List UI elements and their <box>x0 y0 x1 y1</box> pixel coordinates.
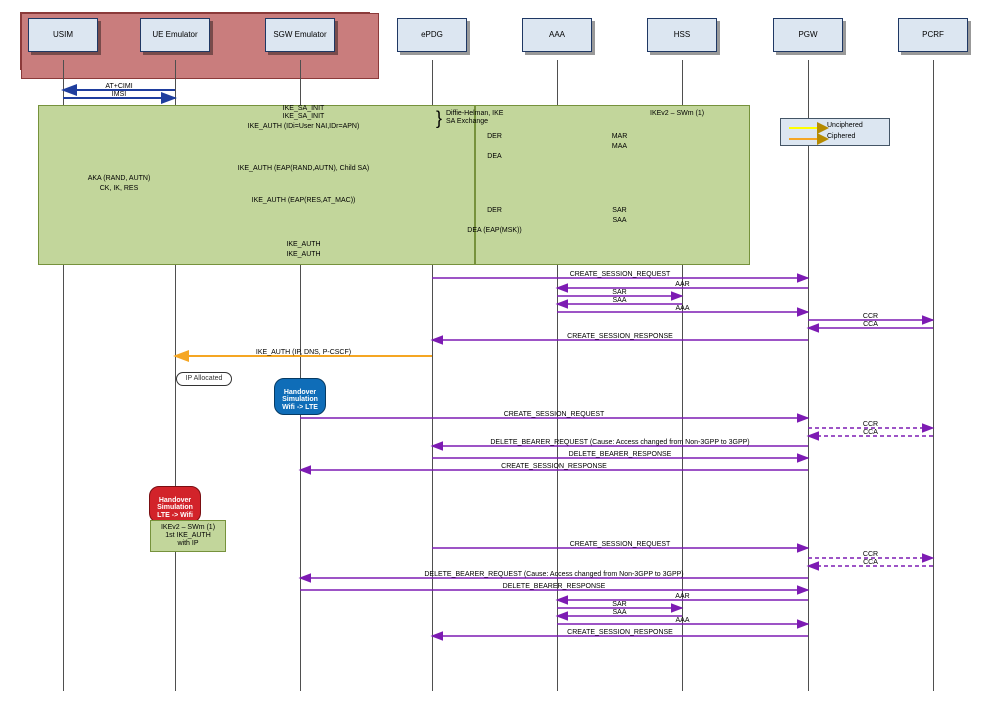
arrow-label-31: DELETE_BEARER_REQUEST (Cause: Access cha… <box>490 439 749 446</box>
arrow-label-12: IKE_AUTH (EAP(RES,AT_MAC)) <box>252 197 356 204</box>
participant-epdg: ePDG <box>397 18 467 52</box>
arrow-label-36: CCA <box>863 559 878 566</box>
arrow-label-22: SAA <box>612 297 626 304</box>
arrow-label-29: CCR <box>863 421 878 428</box>
arrow-label-40: SAR <box>612 601 626 608</box>
arrow-label-18: IKE_AUTH <box>286 251 320 258</box>
arrow-label-27: IKE_AUTH (IP, DNS, P-CSCF) <box>256 349 351 356</box>
participant-aaa: AAA <box>522 18 592 52</box>
participant-hss: HSS <box>647 18 717 52</box>
participant-sgw: SGW Emulator <box>265 18 335 52</box>
arrow-label-39: AAR <box>675 593 689 600</box>
arrow-label-35: CCR <box>863 551 878 558</box>
arrow-label-30: CCA <box>863 429 878 436</box>
arrow-label-28: CREATE_SESSION_REQUEST <box>504 411 605 418</box>
arrow-label-38: DELETE_BEARER_RESPONSE <box>503 583 606 590</box>
arrow-label-14: SAR <box>612 207 626 214</box>
arrow-label-21: SAR <box>612 289 626 296</box>
participant-pgw: PGW <box>773 18 843 52</box>
arrow-label-24: CCR <box>863 313 878 320</box>
arrow-label-13: DER <box>487 207 502 214</box>
arrow-label-23: AAA <box>675 305 689 312</box>
arrow-label-16: DEA (EAP(MSK)) <box>467 227 521 234</box>
arrow-label-25: CCA <box>863 321 878 328</box>
diffie-hellman-note: Diffie-Helman, IKE SA Exchange <box>446 110 503 126</box>
participant-usim: USIM <box>28 18 98 52</box>
arrow-label-0: AT+CIMI <box>105 83 132 90</box>
arrow-label-2: IKE_SA_INIT <box>283 105 325 112</box>
participant-ue: UE Emulator <box>140 18 210 52</box>
ikev2-swm-box-right <box>475 105 750 265</box>
arrow-label-8: DEA <box>487 153 501 160</box>
arrow-label-41: SAA <box>612 609 626 616</box>
arrow-label-42: AAA <box>675 617 689 624</box>
ikev2-swm-label: IKEv2 – SWm (1) <box>650 110 704 118</box>
arrow-label-9: IKE_AUTH (EAP(RAND,AUTN), Child SA) <box>238 165 369 172</box>
arrow-label-37: DELETE_BEARER_REQUEST (Cause: Access cha… <box>424 571 683 578</box>
arrow-label-7: MAA <box>612 143 627 150</box>
arrow-label-1: IMSI <box>112 91 126 98</box>
arrow-label-6: MAR <box>612 133 628 140</box>
arrow-label-33: CREATE_SESSION_RESPONSE <box>501 463 607 470</box>
arrow-label-20: AAR <box>675 281 689 288</box>
arrow-label-26: CREATE_SESSION_RESPONSE <box>567 333 673 340</box>
arrow-label-17: IKE_AUTH <box>286 241 320 248</box>
arrow-label-4: IKE_AUTH (IDi=User NAI,IDr=APN) <box>248 123 360 130</box>
arrow-label-5: DER <box>487 133 502 140</box>
cipher-legend: Unciphered Ciphered <box>780 118 890 146</box>
legend-ciphered: Ciphered <box>827 133 855 140</box>
arrow-label-15: SAA <box>612 217 626 224</box>
participant-pcrf: PCRF <box>898 18 968 52</box>
arrow-label-43: CREATE_SESSION_RESPONSE <box>567 629 673 636</box>
legend-unciphered: Unciphered <box>827 122 863 129</box>
arrow-label-32: DELETE_BEARER_RESPONSE <box>569 451 672 458</box>
arrow-label-3: IKE_SA_INIT <box>283 113 325 120</box>
arrow-label-19: CREATE_SESSION_REQUEST <box>570 271 671 278</box>
brace-icon: } <box>436 108 442 129</box>
arrow-label-34: CREATE_SESSION_REQUEST <box>570 541 671 548</box>
arrow-label-11: CK, IK, RES <box>100 185 139 192</box>
arrow-label-10: AKA (RAND, AUTN) <box>88 175 151 182</box>
